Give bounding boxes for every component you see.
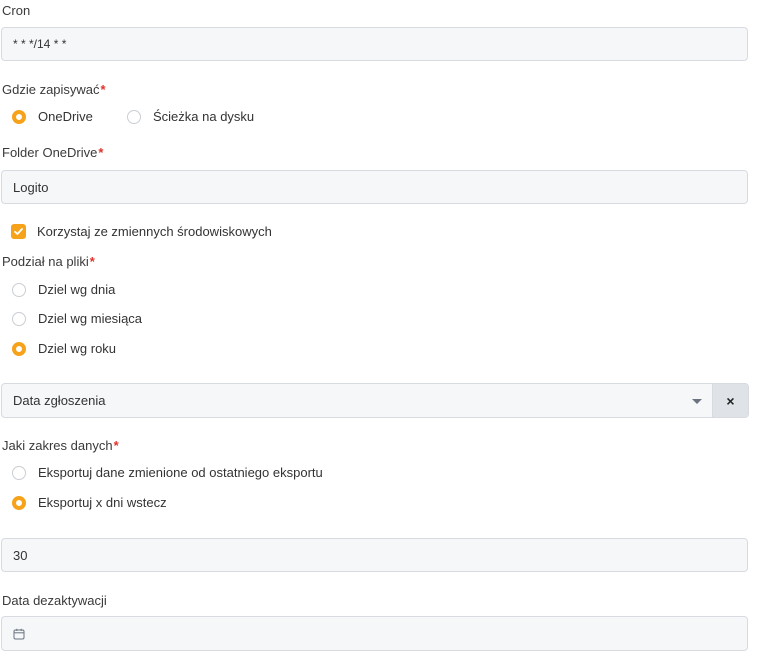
deactivation-label: Data dezaktywacji	[2, 593, 107, 608]
cron-label: Cron	[2, 3, 31, 18]
radio-selected-icon[interactable]	[12, 341, 26, 356]
required-asterisk: *	[98, 145, 104, 160]
split-label: Podział na pliki*	[2, 254, 95, 269]
radio-onedrive[interactable]: OneDrive	[12, 109, 93, 124]
radio-selected-icon[interactable]	[12, 495, 26, 510]
radio-unselected-icon[interactable]	[12, 311, 26, 326]
onedrive-folder-label: Folder OneDrive*	[2, 145, 104, 160]
required-asterisk: *	[100, 82, 106, 97]
radio-disk-path[interactable]: Ścieżka na dysku	[127, 109, 254, 124]
date-field-value[interactable]: Data zgłoszenia	[2, 384, 712, 417]
radio-split-year[interactable]: Dziel wg roku	[12, 341, 116, 356]
save-location-label: Gdzie zapisywać*	[2, 82, 106, 97]
calendar-icon[interactable]	[13, 628, 25, 640]
date-field-select[interactable]: Data zgłoszenia ×	[1, 383, 749, 418]
deactivation-date-input[interactable]	[1, 616, 748, 651]
days-back-input[interactable]: 30	[1, 538, 748, 572]
required-asterisk: *	[89, 254, 95, 269]
radio-split-day[interactable]: Dziel wg dnia	[12, 282, 115, 297]
env-vars-checkbox-row[interactable]: Korzystaj ze zmiennych środowiskowych	[11, 224, 272, 239]
onedrive-folder-input[interactable]: Logito	[1, 170, 748, 204]
check-icon	[14, 228, 23, 235]
env-vars-checkbox[interactable]	[11, 224, 26, 239]
radio-split-month[interactable]: Dziel wg miesiąca	[12, 311, 142, 326]
radio-unselected-icon[interactable]	[127, 109, 141, 124]
radio-selected-icon[interactable]	[12, 109, 26, 124]
clear-select-button[interactable]: ×	[712, 384, 748, 417]
chevron-down-icon[interactable]	[692, 399, 702, 404]
radio-range-since-last[interactable]: Eksportuj dane zmienione od ostatniego e…	[12, 465, 323, 480]
cron-input[interactable]: * * */14 * *	[1, 27, 748, 61]
radio-unselected-icon[interactable]	[12, 465, 26, 480]
radio-range-days-back[interactable]: Eksportuj x dni wstecz	[12, 495, 167, 510]
range-label: Jaki zakres danych*	[2, 438, 119, 453]
required-asterisk: *	[113, 438, 119, 453]
radio-unselected-icon[interactable]	[12, 282, 26, 297]
